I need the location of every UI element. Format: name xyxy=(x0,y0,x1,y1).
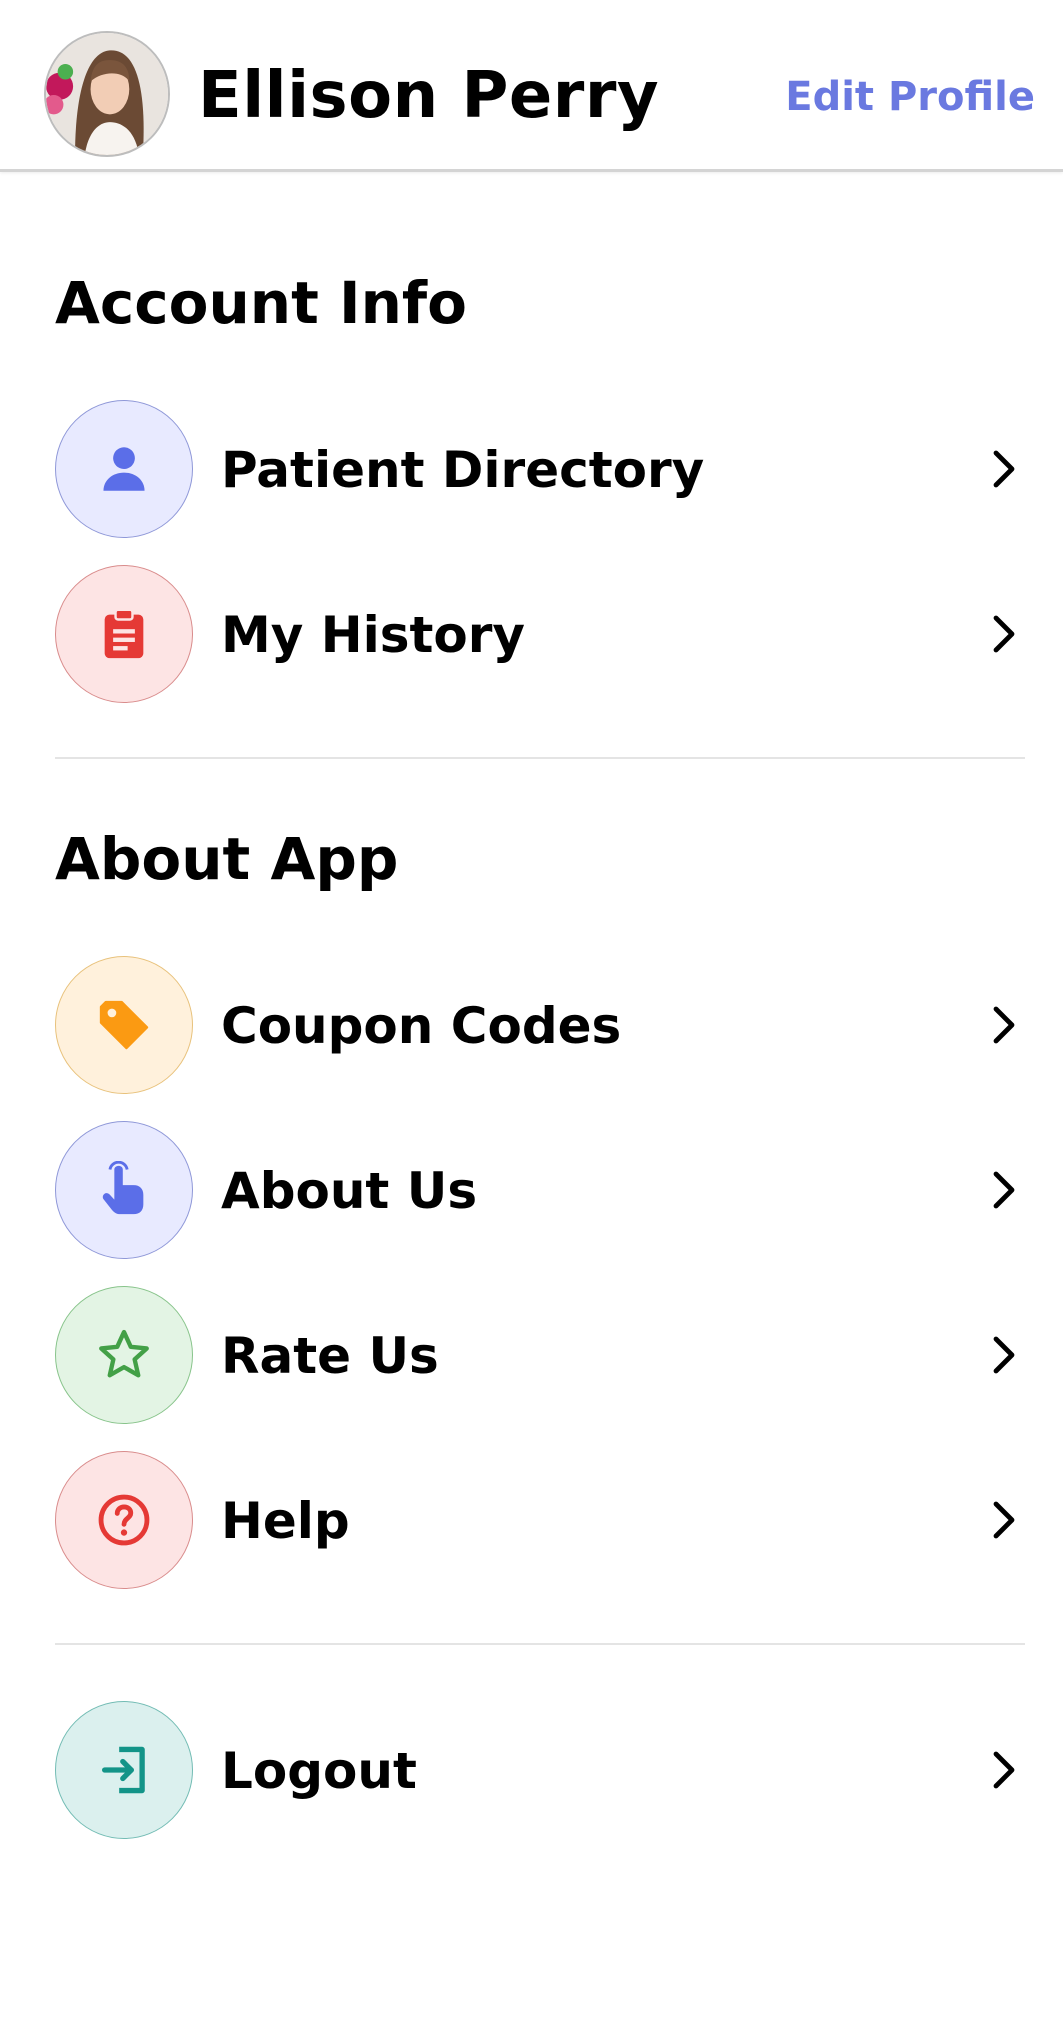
menu-item-about-us[interactable]: About Us xyxy=(0,1121,1063,1261)
chevron-right-icon xyxy=(993,450,1015,488)
menu-item-label: Patient Directory xyxy=(221,441,705,499)
user-name: Ellison Perry xyxy=(198,59,660,133)
section-title-account-info: Account Info xyxy=(55,269,467,337)
person-icon xyxy=(103,447,145,491)
coupon-codes-icon-circle xyxy=(55,956,193,1094)
chevron-right-icon xyxy=(993,1501,1015,1539)
menu-item-rate-us[interactable]: Rate Us xyxy=(0,1286,1063,1426)
profile-header: Ellison Perry Edit Profile xyxy=(0,0,1063,172)
help-icon-circle xyxy=(55,1451,193,1589)
menu-item-label: Help xyxy=(221,1492,350,1550)
section-divider xyxy=(55,1643,1025,1645)
logout-icon-circle xyxy=(55,1701,193,1839)
about-us-icon-circle xyxy=(55,1121,193,1259)
section-divider xyxy=(55,757,1025,759)
rate-us-icon-circle xyxy=(55,1286,193,1424)
menu-item-patient-directory[interactable]: Patient Directory xyxy=(0,400,1063,540)
menu-item-label: About Us xyxy=(221,1162,478,1220)
menu-item-coupon-codes[interactable]: Coupon Codes xyxy=(0,956,1063,1096)
menu-item-label: Coupon Codes xyxy=(221,997,622,1055)
patient-directory-icon-circle xyxy=(55,400,193,538)
chevron-right-icon xyxy=(993,1171,1015,1209)
logout-label: Logout xyxy=(221,1742,417,1800)
star-icon xyxy=(99,1329,149,1378)
menu-item-label: My History xyxy=(221,606,526,664)
question-circle-icon xyxy=(98,1494,150,1546)
menu-item-my-history[interactable]: My History xyxy=(0,565,1063,705)
clipboard-icon xyxy=(104,608,144,659)
section-title-about-app: About App xyxy=(55,825,399,893)
avatar[interactable] xyxy=(44,31,170,157)
edit-profile-link[interactable]: Edit Profile xyxy=(785,72,1035,122)
chevron-right-icon xyxy=(993,1006,1015,1044)
menu-item-help[interactable]: Help xyxy=(0,1451,1063,1591)
chevron-right-icon xyxy=(993,615,1015,653)
logout-button[interactable]: Logout xyxy=(0,1701,1063,1841)
pointing-hand-icon xyxy=(102,1161,144,1215)
avatar-photo xyxy=(46,33,168,155)
logout-icon xyxy=(102,1746,145,1794)
menu-item-label: Rate Us xyxy=(221,1327,439,1385)
tag-icon xyxy=(99,1000,149,1050)
chevron-right-icon xyxy=(993,1336,1015,1374)
chevron-right-icon xyxy=(993,1751,1015,1789)
my-history-icon-circle xyxy=(55,565,193,703)
